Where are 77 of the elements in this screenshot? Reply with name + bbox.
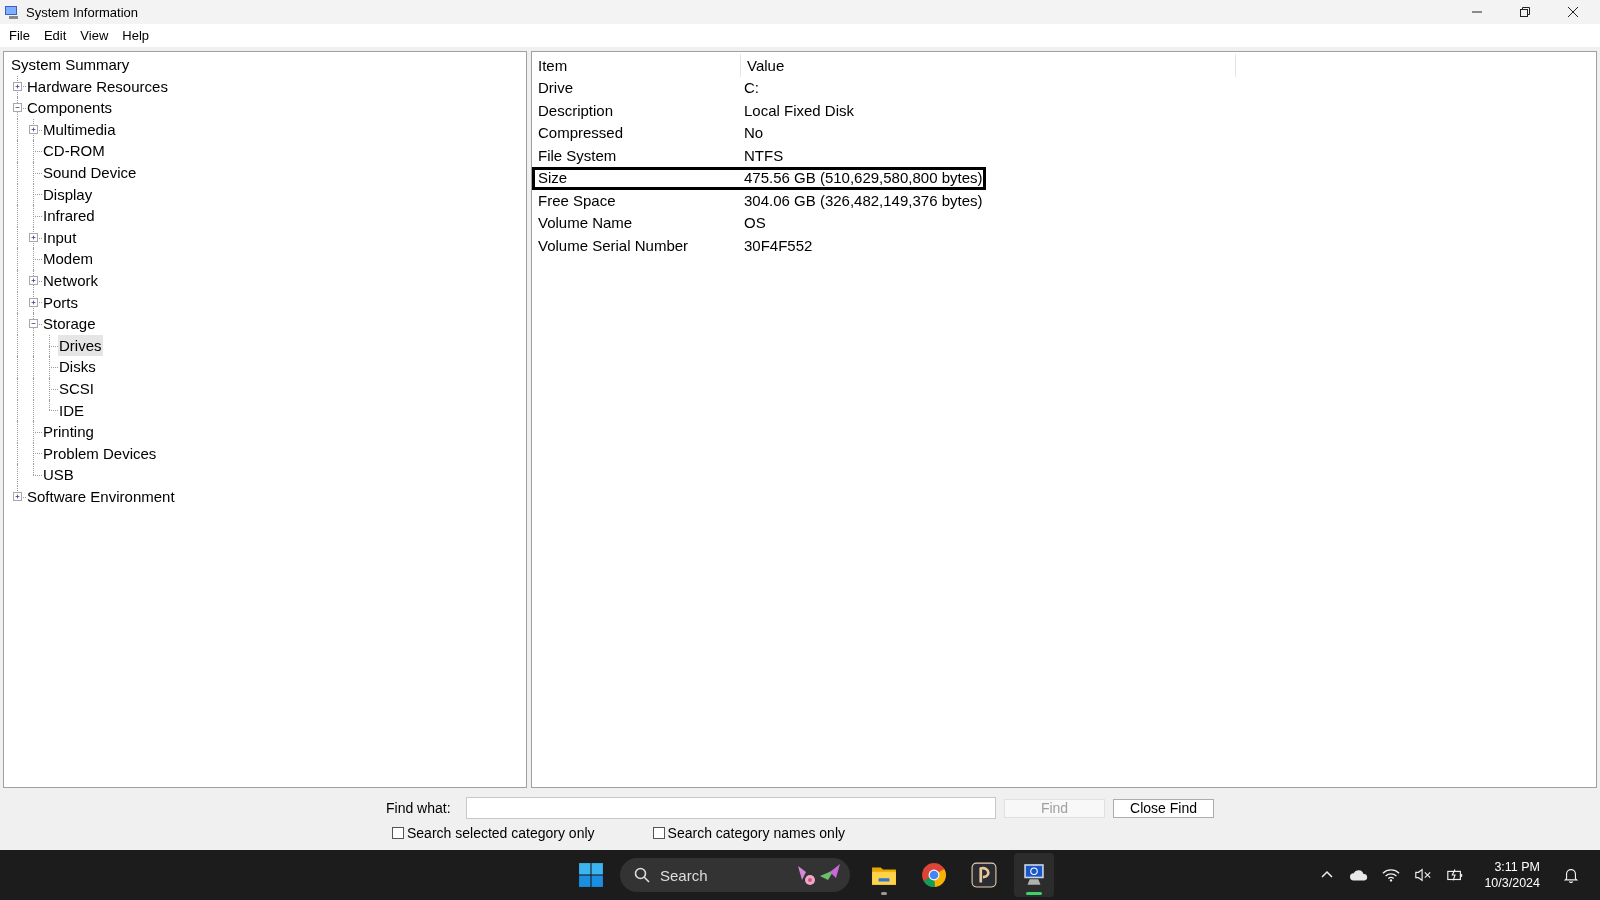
taskbar-button[interactable] bbox=[1014, 853, 1054, 897]
find-label: Find what: bbox=[386, 800, 452, 816]
table-cell-text: Compressed bbox=[537, 125, 625, 142]
table-cell-text: Free Space bbox=[537, 192, 617, 209]
checkbox[interactable] bbox=[652, 827, 665, 839]
checkbox-label[interactable]: Search category names only bbox=[667, 825, 845, 841]
tree-item[interactable]: Multimedia bbox=[42, 118, 117, 141]
table-cell-text: Drive bbox=[537, 80, 574, 97]
expand-icon[interactable] bbox=[29, 124, 38, 134]
expand-icon[interactable] bbox=[29, 232, 38, 242]
close-icon[interactable] bbox=[1568, 7, 1578, 17]
tree-item[interactable]: Hardware Resources bbox=[26, 75, 169, 98]
running-indicator bbox=[1026, 892, 1042, 895]
search-field[interactable]: Search bbox=[620, 858, 850, 892]
column-header[interactable]: Value bbox=[741, 54, 1236, 77]
tree-item[interactable]: Drives bbox=[58, 334, 103, 357]
table-cell-text: Size bbox=[537, 170, 569, 187]
column-header[interactable]: Item bbox=[532, 54, 741, 77]
table-cell-text: NTFS bbox=[743, 147, 784, 164]
clock-date[interactable]: 10/3/2024 bbox=[1484, 875, 1540, 891]
tree-item[interactable]: Infrared bbox=[42, 205, 96, 227]
table-cell-text: Description bbox=[537, 102, 615, 119]
table-cell-text: File System bbox=[537, 147, 618, 164]
tree-item[interactable]: IDE bbox=[58, 399, 85, 422]
tree-item[interactable]: USB bbox=[42, 464, 75, 486]
table-cell-text: 475.56 GB (510,629,580,800 bytes) bbox=[743, 170, 983, 187]
expand-icon[interactable] bbox=[29, 275, 38, 285]
windows-icon[interactable] bbox=[578, 862, 604, 888]
menu-item[interactable]: View bbox=[73, 28, 116, 43]
tree-item[interactable]: Sound Device bbox=[42, 161, 138, 184]
table-cell-text: C: bbox=[743, 80, 759, 97]
menu-item[interactable]: Edit bbox=[36, 28, 74, 43]
table-cell-text: Volume Serial Number bbox=[537, 237, 690, 254]
tree-item[interactable]: Storage bbox=[42, 313, 97, 335]
wifi-icon[interactable] bbox=[1382, 867, 1401, 883]
menu-item[interactable]: File bbox=[2, 28, 37, 43]
table-cell-text: OS bbox=[743, 215, 766, 232]
find-field[interactable] bbox=[466, 797, 996, 819]
clock-time[interactable]: 3:11 PM bbox=[1494, 859, 1540, 875]
computer-icon bbox=[1021, 862, 1047, 888]
bell-icon[interactable] bbox=[1562, 867, 1580, 883]
window-title: System Information bbox=[26, 4, 138, 20]
tree-item[interactable]: Components bbox=[26, 97, 114, 119]
app-icon bbox=[4, 4, 20, 20]
tree-item[interactable]: Network bbox=[42, 269, 99, 292]
search-icon bbox=[634, 867, 650, 883]
tree-item[interactable]: Input bbox=[42, 226, 78, 249]
table-cell-text: No bbox=[743, 125, 764, 142]
browser-icon bbox=[921, 862, 947, 888]
tree-item[interactable]: System Summary bbox=[10, 54, 131, 76]
expand-icon[interactable] bbox=[13, 81, 22, 91]
tree-item[interactable]: CD-ROM bbox=[42, 140, 106, 162]
muted-speaker-icon[interactable] bbox=[1414, 867, 1433, 883]
menu-item[interactable]: Help bbox=[115, 28, 157, 43]
tree-item[interactable]: Problem Devices bbox=[42, 442, 158, 465]
checkbox-label[interactable]: Search selected category only bbox=[407, 825, 595, 841]
restore-icon[interactable] bbox=[1520, 7, 1530, 17]
tree-item[interactable]: Ports bbox=[42, 291, 79, 314]
tree-item[interactable]: Modem bbox=[42, 248, 95, 270]
close-find-button[interactable]: Close Find bbox=[1113, 798, 1214, 818]
tree-item[interactable]: Software Environment bbox=[26, 485, 176, 508]
expand-icon[interactable] bbox=[13, 491, 22, 501]
collapse-icon[interactable] bbox=[29, 319, 38, 329]
tree-item[interactable]: Disks bbox=[58, 356, 97, 378]
tree-item[interactable]: Display bbox=[42, 183, 94, 206]
collapse-icon[interactable] bbox=[13, 103, 22, 113]
battery-icon[interactable] bbox=[1446, 867, 1465, 883]
table-cell-text: Volume Name bbox=[537, 215, 634, 232]
running-indicator bbox=[881, 892, 887, 895]
tree-item[interactable]: Printing bbox=[42, 421, 95, 443]
table-cell-text: 304.06 GB (326,482,149,376 bytes) bbox=[743, 192, 983, 209]
table-cell-text: 30F4F552 bbox=[743, 237, 813, 254]
expand-icon[interactable] bbox=[29, 297, 38, 307]
table-cell-text: Local Fixed Disk bbox=[743, 102, 855, 119]
tree-item[interactable]: SCSI bbox=[58, 377, 95, 400]
checkbox[interactable] bbox=[392, 827, 404, 839]
cloud-icon[interactable] bbox=[1350, 867, 1369, 883]
